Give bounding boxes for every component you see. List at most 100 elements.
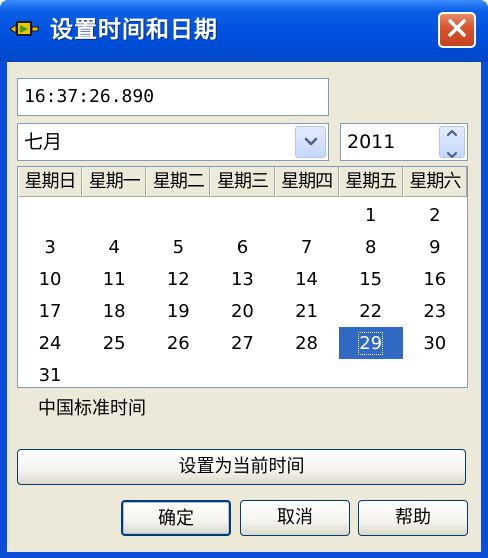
year-spin-buttons[interactable] [439, 126, 465, 158]
calendar-day[interactable]: 11 [82, 263, 146, 295]
close-button[interactable] [438, 12, 476, 48]
calendar-day[interactable]: 7 [275, 231, 339, 263]
calendar-day-label: 25 [102, 332, 126, 354]
calendar-day[interactable]: 20 [210, 295, 274, 327]
calendar-day[interactable]: 19 [146, 295, 210, 327]
calendar-day-label: 7 [300, 236, 313, 258]
ok-button[interactable]: 确定 [121, 500, 231, 536]
weekday-header: 星期三 [210, 167, 275, 197]
calendar-day[interactable]: 14 [275, 263, 339, 295]
weekday-header: 星期五 [338, 167, 403, 197]
calendar-day-label: 14 [295, 268, 319, 290]
calendar-empty-cell [146, 359, 210, 391]
calendar-day[interactable]: 17 [18, 295, 82, 327]
calendar-day[interactable]: 23 [403, 295, 467, 327]
title-bar[interactable]: 设置时间和日期 [0, 0, 488, 62]
month-select-value: 七月 [24, 131, 63, 153]
calendar-day-label: 27 [230, 332, 254, 354]
calendar-day[interactable]: 22 [339, 295, 403, 327]
weekday-header: 星期一 [82, 167, 147, 197]
calendar-day-label: 2 [429, 204, 441, 226]
weekday-header: 星期六 [402, 167, 467, 197]
dialog-body: 16:37:26.890 七月 2011 星期日 星期一 星期二 星期三 星期四… [7, 62, 481, 552]
calendar-day[interactable]: 5 [146, 231, 210, 263]
month-dropdown-button[interactable] [295, 126, 326, 158]
calendar-empty-cell [210, 199, 274, 231]
set-current-time-button[interactable]: 设置为当前时间 [17, 449, 466, 485]
calendar-week-row: 10 11 12 13 14 15 16 [18, 263, 467, 295]
calendar-empty-cell [146, 199, 210, 231]
calendar: 星期日 星期一 星期二 星期三 星期四 星期五 星期六 1 2 3 4 5 6 7 8 9 10 1… [17, 166, 468, 388]
calendar-day-label: 16 [423, 268, 447, 290]
calendar-day-label: 21 [295, 300, 319, 322]
calendar-day[interactable]: 28 [275, 327, 339, 359]
close-icon [446, 17, 468, 43]
calendar-day-label: 20 [230, 300, 254, 322]
month-select[interactable]: 七月 [17, 123, 329, 161]
calendar-day[interactable]: 30 [403, 327, 467, 359]
calendar-empty-cell [210, 359, 274, 391]
calendar-week-row: 24 25 26 27 28 29 30 [18, 327, 467, 359]
calendar-day[interactable]: 6 [210, 231, 274, 263]
calendar-day-label: 29 [358, 331, 384, 355]
calendar-empty-cell [339, 359, 403, 391]
calendar-day[interactable]: 26 [146, 327, 210, 359]
calendar-day-label: 31 [38, 364, 62, 386]
app-icon [9, 17, 39, 41]
calendar-day[interactable]: 21 [275, 295, 339, 327]
time-input[interactable]: 16:37:26.890 [17, 78, 329, 116]
year-spinner[interactable]: 2011 [340, 123, 468, 161]
calendar-week-row: 12 [18, 199, 467, 231]
calendar-day[interactable]: 27 [210, 327, 274, 359]
spin-down-icon[interactable] [446, 144, 458, 163]
spin-up-icon[interactable] [446, 122, 458, 141]
year-value: 2011 [347, 131, 396, 153]
calendar-empty-cell [18, 199, 82, 231]
calendar-day[interactable]: 2 [403, 199, 467, 231]
window-title: 设置时间和日期 [50, 17, 218, 43]
calendar-day-label: 30 [423, 332, 447, 354]
calendar-day-label: 6 [236, 236, 249, 258]
calendar-empty-cell [275, 199, 339, 231]
calendar-grid: 1 2 3 4 5 6 7 8 9 10 11 12 13 14 15 16 17 18 19 20 21 22 23 24 2… [18, 199, 467, 391]
calendar-header: 星期日 星期一 星期二 星期三 星期四 星期五 星期六 [18, 167, 467, 197]
chevron-down-icon [304, 133, 318, 152]
dialog-window: 设置时间和日期 16:37:26.890 七月 2011 星期日 星期一 星期二… [0, 0, 488, 558]
calendar-day[interactable]: 3 [18, 231, 82, 263]
calendar-day-label: 13 [230, 268, 254, 290]
calendar-day[interactable]: 31 [18, 359, 82, 391]
calendar-day[interactable]: 15 [339, 263, 403, 295]
calendar-day-label: 18 [102, 300, 126, 322]
calendar-day[interactable]: 4 [82, 231, 146, 263]
calendar-empty-cell [275, 359, 339, 391]
calendar-day-label: 26 [166, 332, 190, 354]
calendar-day-label: 22 [359, 300, 383, 322]
weekday-header: 星期二 [146, 167, 211, 197]
calendar-day-selected[interactable]: 29 [338, 327, 403, 359]
calendar-week-row: 31 [18, 359, 467, 391]
cancel-button[interactable]: 取消 [240, 500, 350, 536]
calendar-day[interactable]: 8 [339, 231, 403, 263]
calendar-day[interactable]: 13 [210, 263, 274, 295]
weekday-header: 星期日 [18, 167, 83, 197]
help-button[interactable]: 帮助 [358, 500, 468, 536]
calendar-day-label: 4 [108, 236, 120, 258]
calendar-empty-cell [403, 359, 467, 391]
calendar-day-label: 12 [166, 268, 190, 290]
calendar-day-label: 3 [44, 236, 56, 258]
calendar-day[interactable]: 1 [339, 199, 403, 231]
calendar-day[interactable]: 10 [18, 263, 82, 295]
calendar-week-row: 3 4 5 6 7 8 9 [18, 231, 467, 263]
calendar-day[interactable]: 9 [403, 231, 467, 263]
calendar-day-label: 8 [364, 236, 377, 258]
calendar-day[interactable]: 25 [82, 327, 146, 359]
calendar-day-label: 24 [38, 332, 62, 354]
calendar-day[interactable]: 16 [403, 263, 467, 295]
calendar-day[interactable]: 12 [146, 263, 210, 295]
calendar-day[interactable]: 24 [18, 327, 82, 359]
calendar-day[interactable]: 18 [82, 295, 146, 327]
weekday-header: 星期四 [274, 167, 339, 197]
calendar-day-label: 23 [423, 300, 447, 322]
calendar-empty-cell [82, 199, 146, 231]
calendar-day-label: 28 [295, 332, 319, 354]
